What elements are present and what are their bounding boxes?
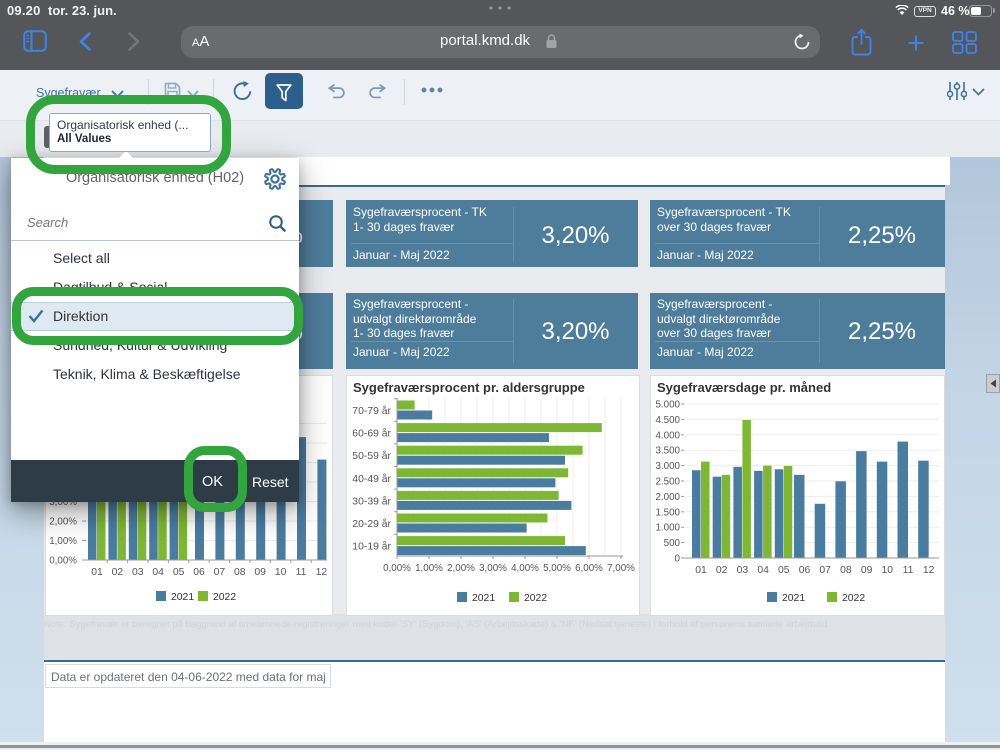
svg-text:04: 04 xyxy=(757,565,769,576)
svg-text:1,00%: 1,00% xyxy=(415,563,443,574)
svg-text:4,00%: 4,00% xyxy=(511,563,539,574)
svg-text:05: 05 xyxy=(778,565,790,576)
svg-text:5,00%: 5,00% xyxy=(543,563,571,574)
svg-text:1.500: 1.500 xyxy=(655,507,680,518)
svg-text:2,00%: 2,00% xyxy=(49,517,77,528)
svg-text:0,00%: 0,00% xyxy=(49,556,77,567)
svg-text:1,00%: 1,00% xyxy=(49,536,77,547)
svg-text:Sygefraværsprocent pr. aldersg: Sygefraværsprocent pr. aldersgruppe xyxy=(353,380,585,395)
svg-text:03: 03 xyxy=(132,567,144,578)
svg-text:2021: 2021 xyxy=(472,593,495,604)
svg-text:1.000: 1.000 xyxy=(655,523,680,534)
svg-text:4.000: 4.000 xyxy=(655,430,680,441)
svg-text:3,00%: 3,00% xyxy=(479,563,507,574)
svg-text:06: 06 xyxy=(799,565,811,576)
svg-text:500: 500 xyxy=(664,538,681,549)
svg-text:05: 05 xyxy=(173,567,185,578)
svg-text:08: 08 xyxy=(840,565,852,576)
svg-text:07: 07 xyxy=(214,567,226,578)
svg-text:2022: 2022 xyxy=(213,592,236,603)
svg-text:12: 12 xyxy=(923,565,935,576)
svg-text:02: 02 xyxy=(112,567,124,578)
svg-text:02: 02 xyxy=(716,565,728,576)
svg-text:30-39 år: 30-39 år xyxy=(352,495,391,507)
svg-text:3.000: 3.000 xyxy=(655,461,680,472)
svg-text:07: 07 xyxy=(819,565,831,576)
svg-text:06: 06 xyxy=(193,567,205,578)
svg-text:2021: 2021 xyxy=(782,593,805,604)
svg-text:2022: 2022 xyxy=(524,593,547,604)
svg-text:7,00%: 7,00% xyxy=(607,563,635,574)
svg-text:04: 04 xyxy=(152,567,164,578)
svg-text:10: 10 xyxy=(882,565,894,576)
svg-text:0: 0 xyxy=(675,554,681,565)
svg-text:01: 01 xyxy=(91,567,103,578)
svg-text:Sygefraværsdage pr. måned: Sygefraværsdage pr. måned xyxy=(657,380,831,395)
svg-text:08: 08 xyxy=(234,567,246,578)
svg-text:10-19 år: 10-19 år xyxy=(352,541,391,553)
svg-text:40-49 år: 40-49 år xyxy=(352,473,391,485)
svg-text:50-59 år: 50-59 år xyxy=(352,450,391,462)
svg-text:10: 10 xyxy=(275,567,287,578)
svg-text:4.500: 4.500 xyxy=(655,415,680,426)
svg-text:09: 09 xyxy=(861,565,873,576)
svg-text:2,00%: 2,00% xyxy=(447,563,475,574)
svg-text:5.000: 5.000 xyxy=(655,400,680,411)
svg-text:2.500: 2.500 xyxy=(655,477,680,488)
svg-text:01: 01 xyxy=(695,565,707,576)
svg-text:3.500: 3.500 xyxy=(655,446,680,457)
svg-text:09: 09 xyxy=(254,567,266,578)
svg-text:11: 11 xyxy=(296,567,307,578)
svg-text:11: 11 xyxy=(903,565,914,576)
svg-text:2.000: 2.000 xyxy=(655,492,680,503)
svg-text:2021: 2021 xyxy=(171,592,194,603)
svg-text:12: 12 xyxy=(316,567,328,578)
svg-text:03: 03 xyxy=(737,565,749,576)
svg-text:60-69 år: 60-69 år xyxy=(352,428,391,440)
svg-text:2022: 2022 xyxy=(842,593,865,604)
svg-text:6,00%: 6,00% xyxy=(575,563,603,574)
svg-text:0,00%: 0,00% xyxy=(383,563,411,574)
svg-text:70-79 år: 70-79 år xyxy=(352,405,391,417)
svg-text:20-29 år: 20-29 år xyxy=(352,518,391,530)
